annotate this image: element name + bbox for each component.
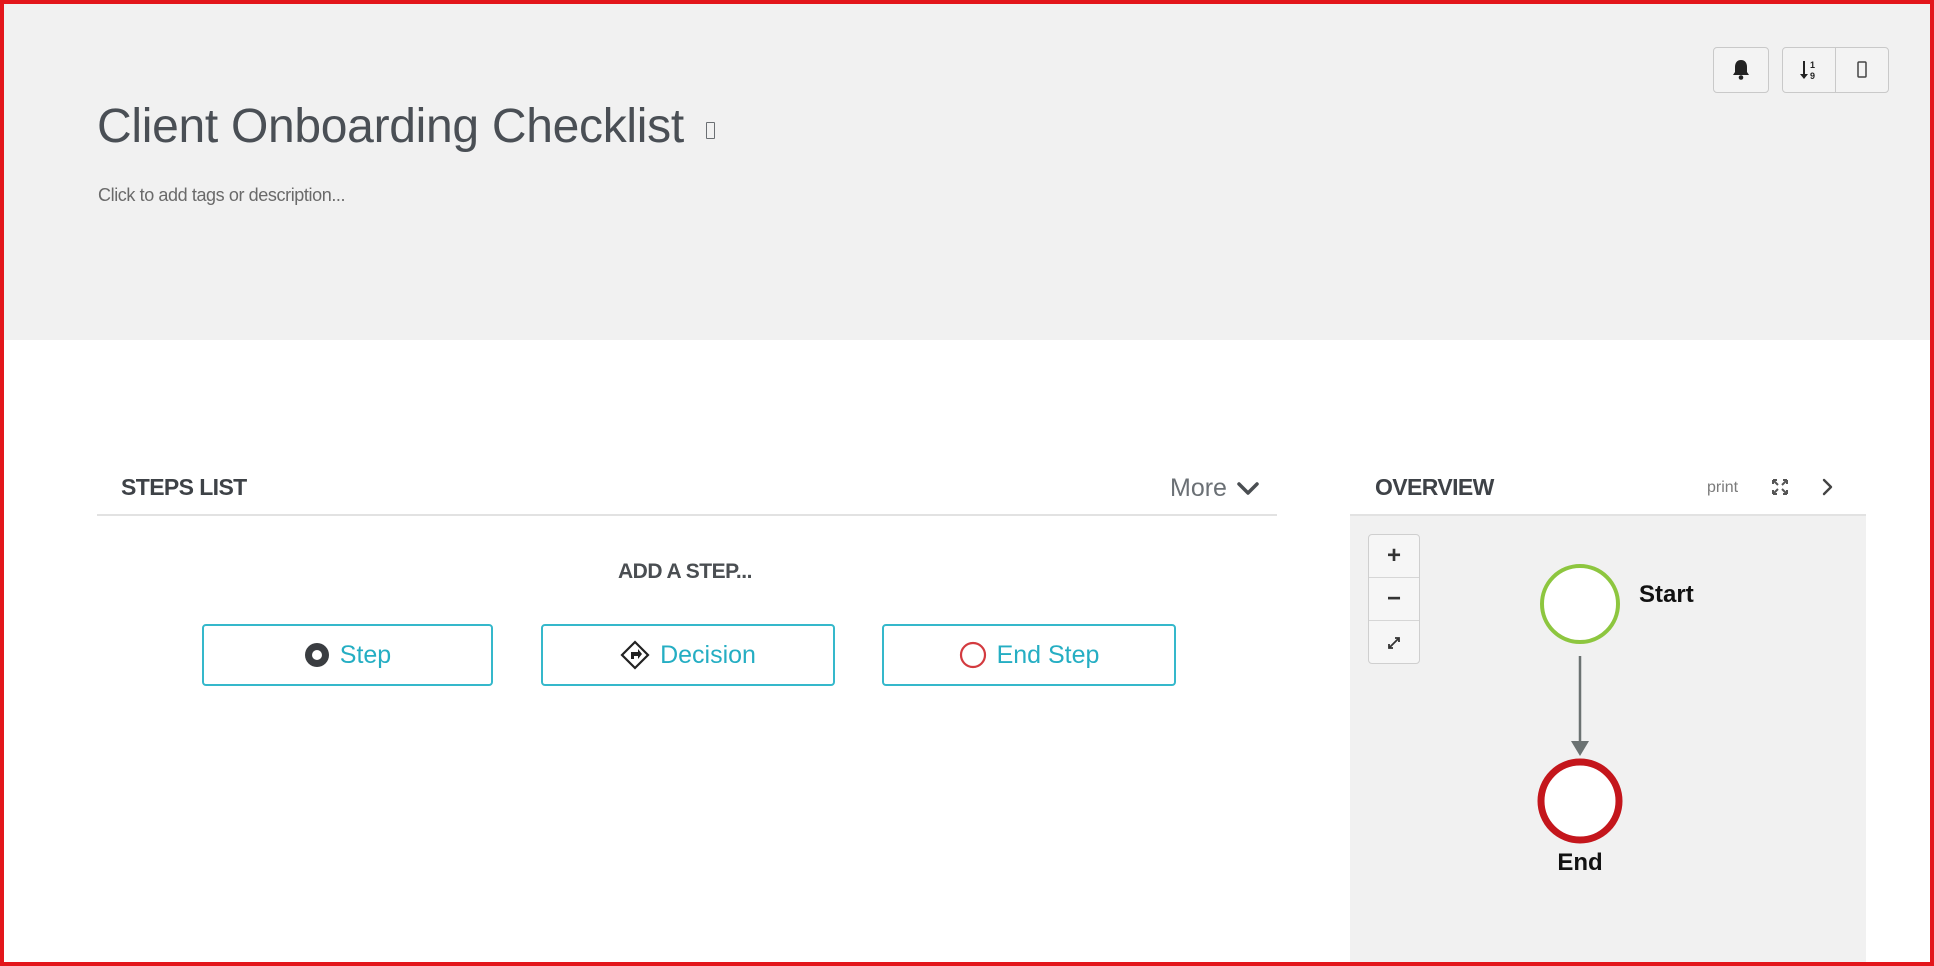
notifications-button[interactable] — [1713, 47, 1769, 93]
app-frame: Client Onboarding Checklist Click to add… — [0, 0, 1934, 966]
svg-text:9: 9 — [1810, 71, 1815, 81]
edit-icon[interactable] — [705, 122, 715, 139]
connector-arrowhead — [1571, 741, 1589, 756]
chevron-right-icon[interactable] — [1821, 478, 1835, 496]
steps-list-divider — [97, 514, 1277, 516]
add-decision-button[interactable]: Decision — [541, 624, 835, 686]
bell-icon — [1733, 60, 1749, 80]
step-icon — [304, 643, 329, 667]
expand-icon[interactable] — [1771, 478, 1789, 496]
page-title[interactable]: Client Onboarding Checklist — [97, 99, 715, 154]
end-step-icon — [959, 641, 986, 669]
start-node[interactable] — [1540, 564, 1620, 644]
decision-icon — [620, 640, 650, 670]
overview-title: OVERVIEW — [1375, 474, 1494, 500]
more-dropdown[interactable]: More — [1170, 474, 1259, 503]
add-end-step-button[interactable]: End Step — [882, 624, 1176, 686]
add-step-button[interactable]: Step — [202, 624, 493, 686]
end-node-label: End — [1557, 849, 1602, 876]
add-step-button-label: Step — [339, 640, 392, 669]
sort-icon: 1 9 — [1800, 60, 1815, 81]
start-node-label: Start — [1639, 581, 1694, 608]
description-placeholder[interactable]: Click to add tags or description... — [98, 185, 346, 206]
overview-canvas[interactable]: + − Start End — [1350, 516, 1866, 962]
print-link[interactable]: print — [1707, 479, 1738, 497]
steps-list-title: STEPS LIST — [121, 474, 247, 500]
more-label: More — [1170, 474, 1227, 502]
end-node[interactable] — [1537, 758, 1623, 844]
page-title-text[interactable]: Client Onboarding Checklist — [97, 99, 684, 154]
add-end-step-button-label: End Step — [996, 640, 1100, 669]
calendar-icon — [1857, 61, 1867, 78]
calendar-button[interactable] — [1835, 47, 1889, 93]
add-step-heading: ADD A STEP... — [618, 560, 752, 583]
svg-text:1: 1 — [1810, 60, 1815, 70]
page-header: Client Onboarding Checklist Click to add… — [4, 4, 1930, 340]
chevron-down-icon — [1237, 481, 1259, 495]
add-decision-button-label: Decision — [660, 640, 756, 669]
sort-button[interactable]: 1 9 — [1782, 47, 1836, 93]
flow-diagram: Start End — [1537, 564, 1694, 876]
